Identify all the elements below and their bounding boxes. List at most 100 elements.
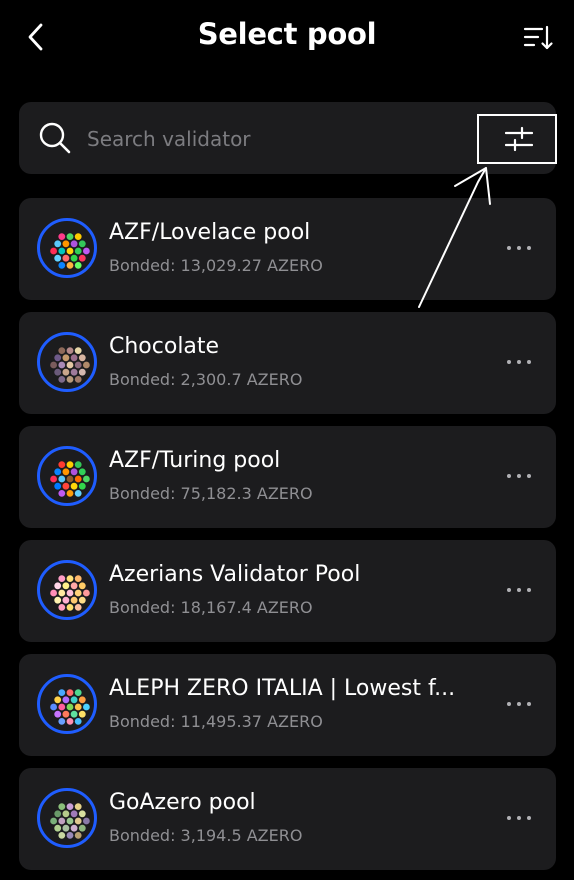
more-options-button[interactable] <box>501 462 537 490</box>
identicon-dot <box>50 247 57 255</box>
identicon-dot <box>62 354 70 362</box>
identicon-dot <box>74 347 82 354</box>
identicon-dot <box>58 475 66 483</box>
bonded-label: Bonded: <box>109 712 176 731</box>
identicon-dot <box>66 490 74 497</box>
identicon-dot <box>74 376 82 383</box>
pool-name: ALEPH ZERO ITALIA | Lowest f... <box>109 676 456 701</box>
pool-bonded: Bonded: 3,194.5 AZERO <box>109 826 302 845</box>
identicon-dot <box>54 468 62 476</box>
identicon-dot <box>83 817 90 825</box>
bonded-label: Bonded: <box>109 826 176 845</box>
more-horizontal-icon <box>507 474 531 478</box>
search-input[interactable] <box>85 120 469 158</box>
identicon-dot <box>83 361 90 369</box>
identicon-dot <box>62 254 70 262</box>
bonded-label: Bonded: <box>109 370 176 389</box>
identicon-dot <box>50 475 57 483</box>
more-options-button[interactable] <box>501 804 537 832</box>
more-horizontal-icon <box>507 246 531 250</box>
identicon-icon <box>50 233 90 269</box>
identicon-dot <box>54 240 62 248</box>
identicon-dot <box>74 604 82 611</box>
page-title: Select pool <box>197 17 377 51</box>
pool-card[interactable]: Chocolate Bonded: 2,300.7 AZERO <box>19 312 556 414</box>
identicon-dot <box>58 262 66 269</box>
identicon-dot <box>74 475 82 483</box>
pool-card[interactable]: AZF/Turing pool Bonded: 75,182.3 AZERO <box>19 426 556 528</box>
identicon-dot <box>50 589 57 597</box>
identicon-dot <box>58 832 66 839</box>
sort-icon <box>523 25 553 50</box>
identicon-dot <box>66 589 74 597</box>
pool-bonded: Bonded: 18,167.4 AZERO <box>109 598 313 617</box>
identicon-dot <box>66 718 74 725</box>
identicon-dot <box>58 718 66 725</box>
pool-avatar <box>37 446 97 506</box>
pool-avatar <box>37 674 97 734</box>
identicon-dot <box>66 575 74 582</box>
identicon-dot <box>78 582 86 590</box>
bonded-label: Bonded: <box>109 256 176 275</box>
filter-button[interactable] <box>477 114 557 164</box>
identicon-dot <box>74 461 82 468</box>
identicon-dot <box>74 233 82 240</box>
identicon-dot <box>74 361 82 369</box>
identicon-dot <box>74 718 82 725</box>
identicon-dot <box>70 240 78 248</box>
identicon-dot <box>83 475 90 483</box>
identicon-dot <box>54 596 62 604</box>
identicon-dot <box>74 490 82 497</box>
identicon-dot <box>83 247 90 255</box>
identicon-dot <box>78 254 86 262</box>
identicon-dot <box>78 354 86 362</box>
identicon-dot <box>62 368 70 376</box>
identicon-dot <box>78 482 86 490</box>
bonded-value: 13,029.27 AZERO <box>180 256 323 275</box>
identicon-dot <box>74 589 82 597</box>
identicon-dot <box>78 810 86 818</box>
sliders-icon <box>505 126 533 152</box>
more-options-button[interactable] <box>501 234 537 262</box>
identicon-dot <box>78 368 86 376</box>
search-bar <box>19 102 556 174</box>
identicon-dot <box>54 710 62 718</box>
pool-name: AZF/Turing pool <box>109 448 281 473</box>
identicon-dot <box>78 696 86 704</box>
identicon-dot <box>58 604 66 611</box>
more-horizontal-icon <box>507 702 531 706</box>
identicon-icon <box>50 461 90 497</box>
identicon-dot <box>50 817 57 825</box>
identicon-dot <box>70 596 78 604</box>
identicon-dot <box>74 817 82 825</box>
pool-name: AZF/Lovelace pool <box>109 220 311 245</box>
more-horizontal-icon <box>507 816 531 820</box>
identicon-dot <box>50 361 57 369</box>
identicon-dot <box>58 689 66 696</box>
identicon-dot <box>58 461 66 468</box>
sort-button[interactable] <box>522 23 554 53</box>
pool-bonded: Bonded: 2,300.7 AZERO <box>109 370 302 389</box>
identicon-dot <box>58 589 66 597</box>
identicon-dot <box>62 468 70 476</box>
pool-card[interactable]: AZF/Lovelace pool Bonded: 13,029.27 AZERO <box>19 198 556 300</box>
pool-card[interactable]: GoAzero pool Bonded: 3,194.5 AZERO <box>19 768 556 870</box>
pool-card[interactable]: ALEPH ZERO ITALIA | Lowest f... Bonded: 1… <box>19 654 556 756</box>
identicon-dot <box>62 710 70 718</box>
more-options-button[interactable] <box>501 690 537 718</box>
identicon-dot <box>83 589 90 597</box>
identicon-dot <box>54 696 62 704</box>
pool-bonded: Bonded: 75,182.3 AZERO <box>109 484 313 503</box>
identicon-dot <box>58 376 66 383</box>
bonded-label: Bonded: <box>109 484 176 503</box>
identicon-dot <box>66 604 74 611</box>
identicon-dot <box>66 689 74 696</box>
more-options-button[interactable] <box>501 576 537 604</box>
pool-name: GoAzero pool <box>109 790 256 815</box>
identicon-icon <box>50 803 90 839</box>
bonded-value: 2,300.7 AZERO <box>180 370 303 389</box>
identicon-dot <box>54 482 62 490</box>
pool-card[interactable]: Azerians Validator Pool Bonded: 18,167.4 … <box>19 540 556 642</box>
more-options-button[interactable] <box>501 348 537 376</box>
bonded-value: 11,495.37 AZERO <box>180 712 323 731</box>
